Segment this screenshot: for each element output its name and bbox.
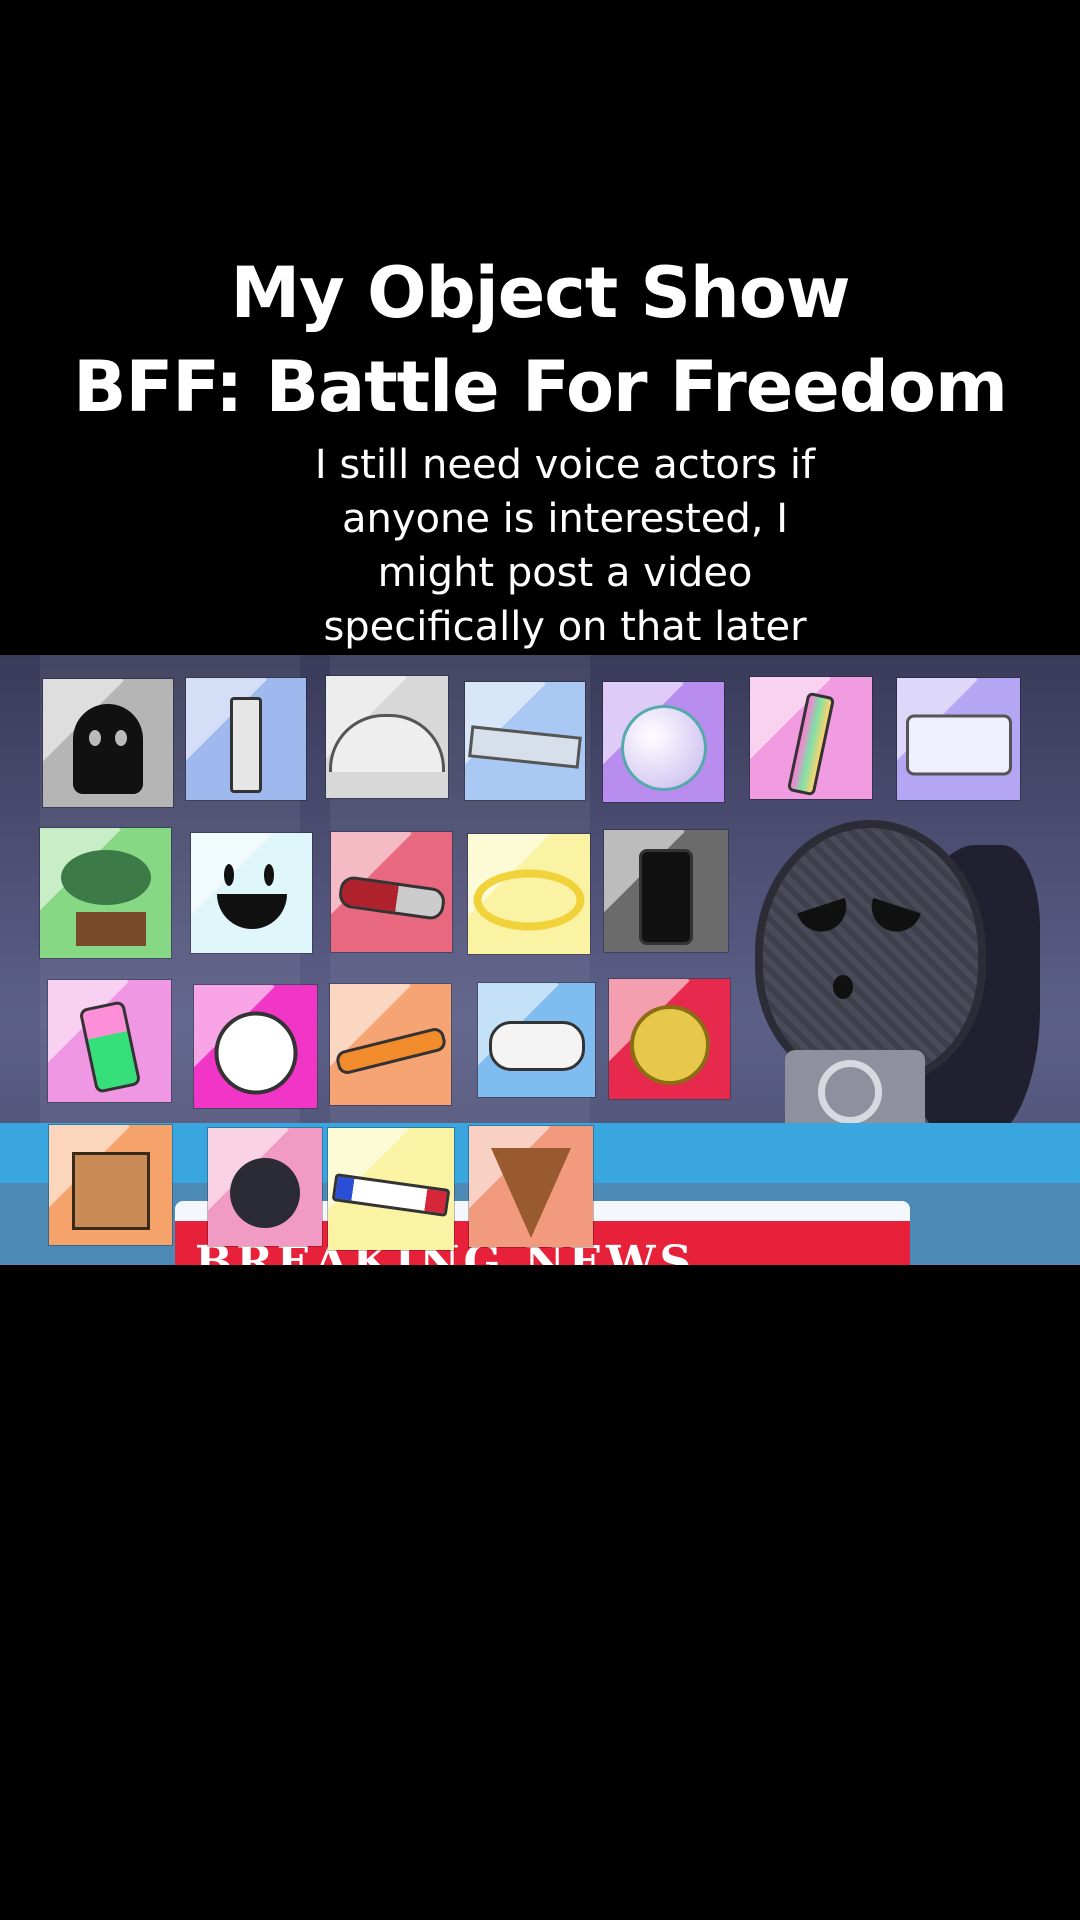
title-line-1: My Object Show	[230, 252, 850, 334]
character-tile	[603, 682, 724, 802]
character-tile	[468, 834, 590, 954]
character-tile	[331, 832, 452, 952]
caption-line-3: might post a video	[377, 550, 753, 596]
character-tile	[208, 1128, 322, 1246]
caption-line-4: specifically on that later	[323, 604, 807, 650]
character-tile	[750, 677, 872, 799]
character-tile	[478, 983, 595, 1097]
clock-icon	[214, 1011, 297, 1095]
airplane-icon	[333, 1025, 448, 1076]
cardboard-box-icon	[71, 1152, 150, 1230]
character-tile	[897, 678, 1020, 800]
character-tile	[330, 984, 451, 1105]
character-tile	[194, 985, 317, 1108]
caption-line-2: anyone is interested, I	[341, 496, 789, 542]
earbud-icon	[488, 1020, 585, 1071]
protractor-icon	[329, 714, 445, 773]
pencil-icon	[786, 691, 836, 797]
bonsai-icon	[56, 849, 156, 950]
stapler-icon	[905, 714, 1012, 776]
battery-icon	[78, 1000, 141, 1094]
caption-line-1: I still need voice actors if	[314, 442, 816, 488]
marker-icon	[331, 1173, 451, 1218]
character-tile	[326, 676, 448, 798]
power-icon	[818, 1060, 882, 1124]
character-tile	[186, 678, 306, 800]
ice-cube-icon	[212, 864, 292, 934]
phone-icon	[639, 849, 693, 946]
character-tile	[465, 682, 585, 800]
character-tile	[469, 1126, 593, 1247]
screwdriver-icon	[336, 874, 447, 922]
black-ghost-icon	[73, 704, 143, 795]
character-tile	[191, 833, 312, 953]
yarn-ball-icon	[230, 1157, 300, 1228]
villain-mouth	[833, 975, 853, 999]
ruler-icon	[468, 725, 582, 769]
coin-icon	[629, 1005, 710, 1085]
microphone-villain	[755, 820, 986, 1086]
character-tile	[604, 830, 728, 952]
spinning-top-icon	[491, 1147, 571, 1238]
halo-ring-icon	[473, 869, 585, 931]
character-tile	[40, 828, 171, 958]
syringe-icon	[230, 697, 262, 794]
title-line-2: BFF: Battle For Freedom	[73, 346, 1008, 428]
character-tile	[48, 980, 171, 1102]
character-tile	[49, 1125, 172, 1245]
bubble-icon	[620, 705, 707, 791]
character-tile	[43, 679, 173, 807]
character-tile	[328, 1128, 454, 1250]
character-tile	[609, 979, 730, 1099]
